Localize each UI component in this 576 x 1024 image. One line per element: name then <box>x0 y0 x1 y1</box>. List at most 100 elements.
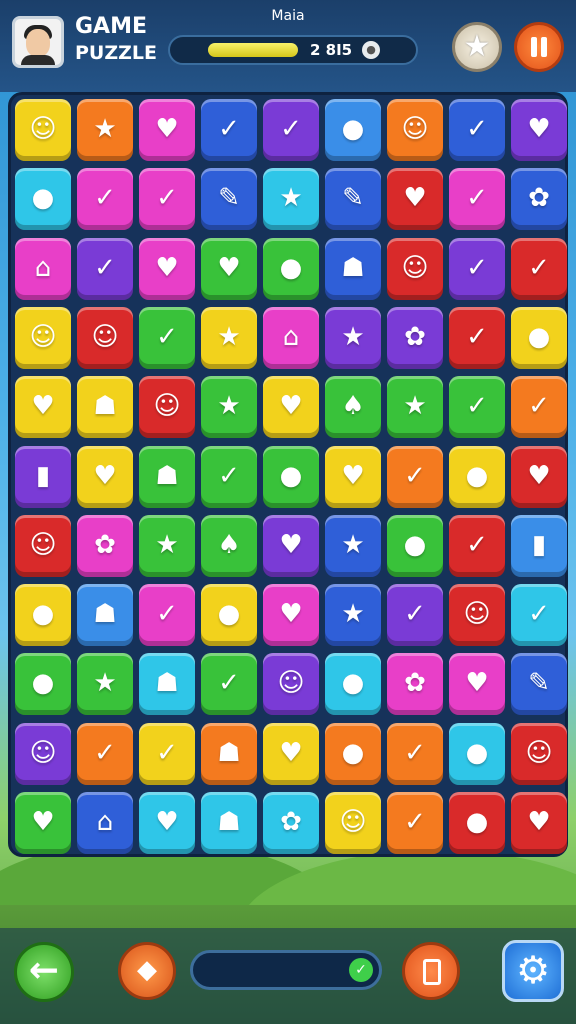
tile[interactable]: ☺ <box>449 584 505 647</box>
tile[interactable]: ✓ <box>139 584 195 647</box>
tile[interactable]: ★ <box>263 168 319 231</box>
tile[interactable]: ♥ <box>449 653 505 716</box>
tile[interactable]: ⌂ <box>77 792 133 854</box>
tile[interactable]: ✓ <box>449 376 505 439</box>
tile[interactable]: ⌂ <box>263 306 319 369</box>
tile[interactable]: ★ <box>77 99 133 161</box>
tile[interactable]: ★ <box>139 514 195 577</box>
tile[interactable]: ● <box>263 445 319 508</box>
tile[interactable]: ● <box>511 306 567 369</box>
tile[interactable]: ✓ <box>139 306 195 369</box>
tile[interactable]: ✓ <box>139 722 195 785</box>
back-button[interactable]: ← <box>14 942 74 1002</box>
tile[interactable]: ● <box>15 584 71 647</box>
tile[interactable]: ✎ <box>201 168 257 231</box>
tile[interactable]: ✓ <box>387 584 443 647</box>
settings-button[interactable]: ⚙ <box>502 940 564 1002</box>
tile[interactable]: ● <box>387 514 443 577</box>
tile[interactable]: ✓ <box>511 376 567 439</box>
tile[interactable]: ✓ <box>201 99 257 161</box>
tile[interactable]: ☗ <box>77 376 133 439</box>
tile[interactable]: ☺ <box>15 306 71 369</box>
tile[interactable]: ✿ <box>77 514 133 577</box>
tile[interactable]: ♥ <box>325 445 381 508</box>
star-button[interactable]: ★ <box>452 22 502 72</box>
tile[interactable]: ♥ <box>263 584 319 647</box>
tile[interactable]: ✎ <box>511 653 567 716</box>
tile[interactable]: ♥ <box>15 792 71 854</box>
tile[interactable]: ● <box>325 722 381 785</box>
tile[interactable]: ★ <box>387 376 443 439</box>
tile[interactable]: ★ <box>201 306 257 369</box>
tile[interactable]: ● <box>449 722 505 785</box>
tile[interactable]: ♥ <box>77 445 133 508</box>
tile[interactable]: ☺ <box>387 237 443 300</box>
tile[interactable]: ● <box>325 99 381 161</box>
tile[interactable]: ☗ <box>77 584 133 647</box>
tile[interactable]: ★ <box>325 306 381 369</box>
tile[interactable]: ● <box>449 792 505 854</box>
tile[interactable]: ✎ <box>325 168 381 231</box>
tile[interactable]: ☺ <box>15 99 71 161</box>
tile[interactable]: ✿ <box>387 653 443 716</box>
tile[interactable]: ✓ <box>77 168 133 231</box>
tile[interactable]: ♥ <box>15 376 71 439</box>
tile[interactable]: ♥ <box>511 445 567 508</box>
tile[interactable]: ☺ <box>15 722 71 785</box>
tile[interactable]: ● <box>449 445 505 508</box>
tile[interactable]: ▮ <box>511 514 567 577</box>
tile[interactable]: ☗ <box>201 792 257 854</box>
pause-button[interactable] <box>514 22 564 72</box>
tile[interactable]: ☺ <box>77 306 133 369</box>
tile[interactable]: ✓ <box>511 237 567 300</box>
tile[interactable]: ♠ <box>325 376 381 439</box>
tile[interactable]: ♥ <box>201 237 257 300</box>
tile[interactable]: ★ <box>201 376 257 439</box>
tile[interactable]: ♥ <box>263 376 319 439</box>
tile[interactable]: ☺ <box>15 514 71 577</box>
tile[interactable]: ✓ <box>139 168 195 231</box>
tile[interactable]: ♥ <box>263 514 319 577</box>
tile[interactable]: ✿ <box>387 306 443 369</box>
tile[interactable]: ✓ <box>449 306 505 369</box>
tile[interactable]: ♥ <box>387 168 443 231</box>
tile[interactable]: ✓ <box>263 99 319 161</box>
tile[interactable]: ♥ <box>139 99 195 161</box>
tile[interactable]: ● <box>201 584 257 647</box>
tile[interactable]: ● <box>15 653 71 716</box>
booster-button[interactable]: ◆ <box>118 942 176 1000</box>
tile[interactable]: ● <box>325 653 381 716</box>
tile[interactable]: ☺ <box>387 99 443 161</box>
tile[interactable]: ✿ <box>263 792 319 854</box>
tile[interactable]: ⌂ <box>15 237 71 300</box>
tile[interactable]: ☺ <box>511 722 567 785</box>
tile[interactable]: ★ <box>325 584 381 647</box>
tile[interactable]: ✓ <box>387 722 443 785</box>
card-button[interactable] <box>402 942 460 1000</box>
tile[interactable]: ▮ <box>15 445 71 508</box>
tile[interactable]: ✓ <box>449 168 505 231</box>
tile[interactable]: ✓ <box>201 445 257 508</box>
tile[interactable]: ✓ <box>77 237 133 300</box>
tile[interactable]: ♥ <box>511 99 567 161</box>
tile[interactable]: ★ <box>77 653 133 716</box>
tile[interactable]: ☗ <box>139 653 195 716</box>
tile[interactable]: ✓ <box>449 237 505 300</box>
tile[interactable]: ✓ <box>201 653 257 716</box>
tile[interactable]: ☗ <box>139 445 195 508</box>
tile[interactable]: ✓ <box>449 514 505 577</box>
tile[interactable]: ✓ <box>387 445 443 508</box>
tile[interactable]: ♥ <box>511 792 567 854</box>
tile[interactable]: ☗ <box>201 722 257 785</box>
tile[interactable]: ♥ <box>139 237 195 300</box>
tile[interactable]: ✓ <box>387 792 443 854</box>
tile[interactable]: ● <box>15 168 71 231</box>
tile[interactable]: ♥ <box>139 792 195 854</box>
tile[interactable]: ☺ <box>325 792 381 854</box>
tile[interactable]: ♥ <box>263 722 319 785</box>
tile[interactable]: ✿ <box>511 168 567 231</box>
tile[interactable]: ✓ <box>511 584 567 647</box>
tile[interactable]: ✓ <box>77 722 133 785</box>
tile[interactable]: ● <box>263 237 319 300</box>
tile[interactable]: ★ <box>325 514 381 577</box>
